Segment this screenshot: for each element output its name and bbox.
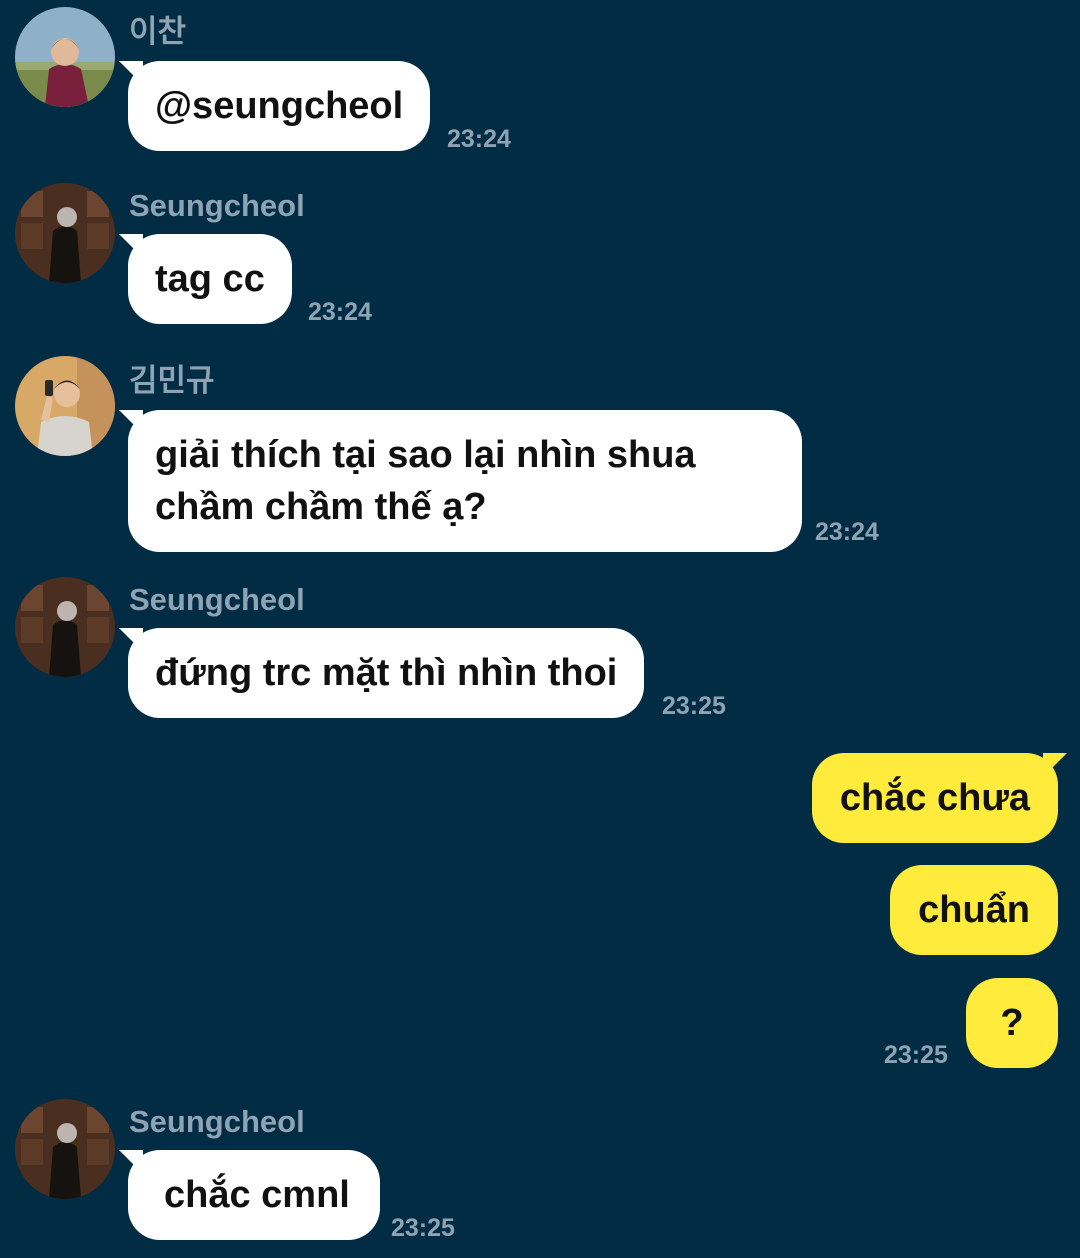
message-text: đứng trc mặt thì nhìn thoi bbox=[155, 652, 618, 694]
message-timestamp: 23:25 bbox=[662, 692, 726, 720]
sender-name: Seungcheol bbox=[129, 188, 305, 223]
message-text: chuẩn bbox=[918, 889, 1030, 931]
avatar-seungcheol[interactable] bbox=[15, 577, 115, 677]
message-timestamp: 23:25 bbox=[884, 1041, 948, 1069]
avatar-seungcheol[interactable] bbox=[15, 183, 115, 283]
avatar-lee-chan[interactable] bbox=[15, 7, 115, 107]
message-bubble[interactable]: @seungcheol bbox=[118, 61, 431, 151]
message-text: chắc chưa bbox=[839, 777, 1030, 819]
message-bubble[interactable]: giải thích tại sao lại nhìn shua chầm ch… bbox=[119, 410, 802, 552]
sender-name: Seungcheol bbox=[129, 1104, 305, 1139]
outgoing-message-bubble[interactable]: ? bbox=[966, 978, 1058, 1068]
sender-name: 김민규 bbox=[129, 363, 215, 398]
chat-thread: 이찬 @seungcheol 23:24 Seungcheol tag cc 2… bbox=[0, 0, 1080, 1258]
outgoing-message-bubble[interactable]: chắc chưa bbox=[811, 753, 1068, 843]
avatar-seungcheol[interactable] bbox=[15, 1099, 115, 1199]
message-bubble[interactable]: tag cc bbox=[119, 234, 292, 324]
message-text: chắc cmnl bbox=[164, 1174, 350, 1216]
message-text: ? bbox=[1000, 1002, 1024, 1044]
message-text: tag cc bbox=[155, 258, 265, 300]
outgoing-message-bubble[interactable]: chuẩn bbox=[890, 865, 1058, 955]
message-bubble[interactable]: đứng trc mặt thì nhìn thoi bbox=[118, 628, 645, 718]
sender-name: Seungcheol bbox=[129, 582, 305, 617]
message-text: giải thích tại sao lại nhìn shua chầm ch… bbox=[155, 434, 696, 528]
message-timestamp: 23:24 bbox=[815, 518, 879, 546]
message-timestamp: 23:25 bbox=[391, 1214, 455, 1242]
message-timestamp: 23:24 bbox=[447, 125, 511, 153]
message-bubble[interactable]: chắc cmnl bbox=[119, 1150, 380, 1240]
sender-name: 이찬 bbox=[129, 14, 187, 49]
message-timestamp: 23:24 bbox=[308, 298, 372, 326]
avatar-kim-mingyu[interactable] bbox=[15, 356, 115, 456]
message-text: @seungcheol bbox=[155, 85, 404, 127]
